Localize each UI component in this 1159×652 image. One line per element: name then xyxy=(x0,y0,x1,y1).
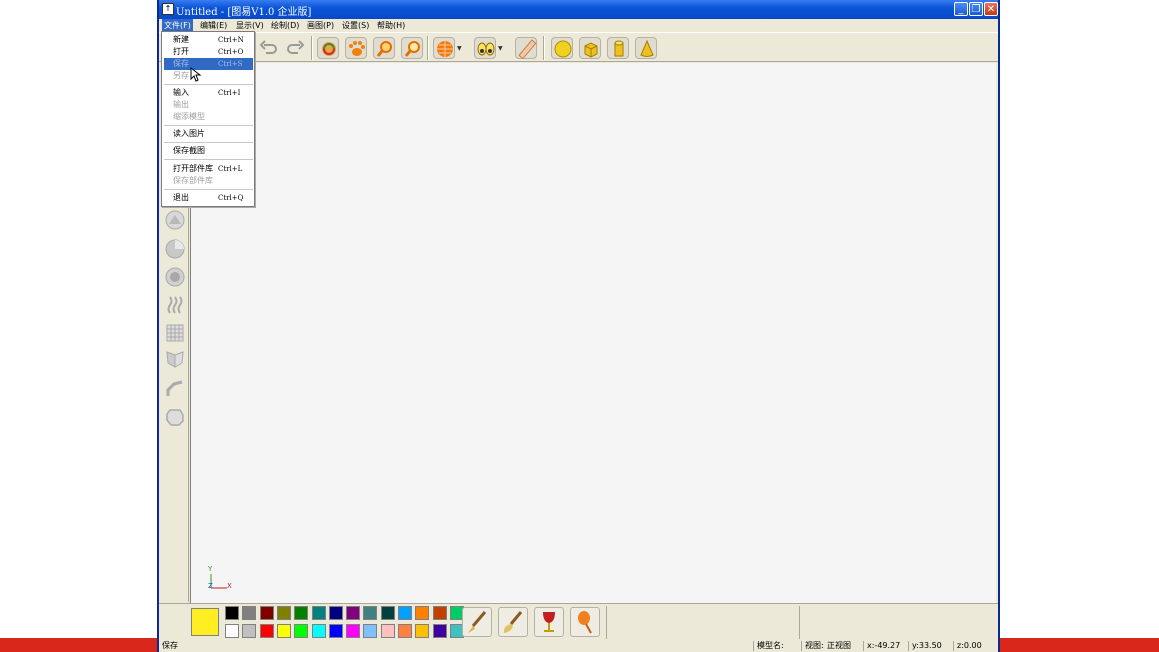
color-swatch[interactable] xyxy=(259,606,274,620)
mirror-icon[interactable] xyxy=(165,351,185,371)
color-swatch[interactable] xyxy=(311,624,326,638)
menu-draw[interactable]: 绘制(D) xyxy=(269,19,301,32)
goblet-icon[interactable] xyxy=(534,607,564,637)
status-z: z:0.00 xyxy=(957,641,982,650)
menu-item-save-library[interactable]: 保存部件库 xyxy=(164,175,253,187)
title-bar[interactable]: ↑ Untitled - [图易V1.0 企业版] _ ❐ ✕ xyxy=(159,0,998,19)
shell-icon[interactable] xyxy=(165,267,185,287)
redo-icon[interactable] xyxy=(285,37,307,59)
spray-icon[interactable] xyxy=(570,607,600,637)
restore-icon[interactable]: ❐ xyxy=(969,2,983,16)
menu-item-exit[interactable]: 退出 Ctrl+Q xyxy=(164,192,253,204)
main-toolbar: ▼ ▼ xyxy=(159,32,998,62)
color-swatch[interactable] xyxy=(415,624,430,638)
color-swatch[interactable] xyxy=(363,606,378,620)
menu-item-save[interactable]: 保存 Ctrl+S xyxy=(164,58,253,70)
axis-z-label: Z xyxy=(208,582,213,590)
color-swatch[interactable] xyxy=(259,624,274,638)
status-view-label: 视图: xyxy=(805,641,824,650)
status-view-value: 正视图 xyxy=(827,641,851,650)
bend-icon[interactable] xyxy=(165,379,185,399)
axis-x-label: X xyxy=(227,582,232,590)
mouse-cursor-icon xyxy=(190,67,202,82)
color-swatch[interactable] xyxy=(398,606,412,620)
status-message: 保存 xyxy=(162,641,178,650)
cube-icon[interactable] xyxy=(579,37,601,59)
menu-item-open[interactable]: 打开 Ctrl+O xyxy=(164,46,253,58)
deform-icon[interactable] xyxy=(165,407,185,427)
zoom-out-icon[interactable] xyxy=(401,37,423,59)
color-swatch[interactable] xyxy=(432,624,447,638)
color-swatch[interactable] xyxy=(398,624,412,638)
color-swatch[interactable] xyxy=(276,606,291,620)
menu-item-save-screenshot[interactable]: 保存截图 xyxy=(164,145,253,157)
palette-panel-a xyxy=(606,606,800,639)
color-swatch[interactable] xyxy=(328,624,343,638)
main-window: ↑ Untitled - [图易V1.0 企业版] _ ❐ ✕ 文件(F) 编辑… xyxy=(157,0,1000,652)
color-swatch[interactable] xyxy=(328,606,343,620)
current-color[interactable] xyxy=(191,608,219,636)
color-swatch[interactable] xyxy=(294,624,309,638)
menu-help[interactable]: 帮助(H) xyxy=(375,19,407,32)
cylinder-icon[interactable] xyxy=(607,37,629,59)
view-dropdown-arrow[interactable]: ▼ xyxy=(498,45,503,52)
drawing-canvas[interactable]: Y Z X xyxy=(190,63,996,603)
color-swatch[interactable] xyxy=(225,606,239,620)
color-swatch[interactable] xyxy=(311,606,326,620)
color-swatch[interactable] xyxy=(363,624,378,638)
render-dropdown-arrow[interactable]: ▼ xyxy=(457,45,462,52)
view-eyes-icon[interactable] xyxy=(474,37,496,59)
color-swatch[interactable] xyxy=(242,606,257,620)
paint-brush-icon[interactable] xyxy=(498,607,528,637)
palette-bar xyxy=(159,603,998,640)
menu-bar: 文件(F) 编辑(E) 显示(V) 绘制(D) 画图(P) 设置(S) 帮助(H… xyxy=(159,19,998,32)
file-menu-dropdown: 新建 Ctrl+N 打开 Ctrl+O 保存 Ctrl+S 另存 输入 Ctrl+I 输… xyxy=(161,31,255,207)
cone-icon[interactable] xyxy=(635,37,657,59)
color-swatch[interactable] xyxy=(380,606,395,620)
extrude-icon[interactable] xyxy=(165,210,185,230)
menu-item-import[interactable]: 输入 Ctrl+I xyxy=(164,87,253,99)
app-icon[interactable]: ↑ xyxy=(162,3,174,15)
status-bar: 保存 模型名: 视图: 正视图 x:-49.27 y:33.50 z:0.00 xyxy=(159,640,998,652)
menu-item-new[interactable]: 新建 Ctrl+N xyxy=(164,34,253,46)
menu-item-export[interactable]: 输出 xyxy=(164,99,253,111)
revolve-icon[interactable] xyxy=(165,239,185,259)
minimize-icon[interactable]: _ xyxy=(954,2,968,16)
close-icon[interactable]: ✕ xyxy=(984,2,998,16)
color-swatch[interactable] xyxy=(346,606,361,620)
sphere-icon[interactable] xyxy=(551,37,573,59)
menu-paint[interactable]: 画图(P) xyxy=(305,19,336,32)
palette-panel-b xyxy=(799,606,997,639)
color-swatch[interactable] xyxy=(242,624,257,638)
ruler-icon[interactable] xyxy=(515,37,537,60)
color-swatch[interactable] xyxy=(276,624,291,638)
undo-icon[interactable] xyxy=(257,37,279,59)
render-sphere-icon[interactable] xyxy=(433,37,455,59)
menu-item-add-model[interactable]: 缩添模型 xyxy=(164,111,253,123)
color-swatch[interactable] xyxy=(415,606,430,620)
menu-item-open-library[interactable]: 打开部件库 Ctrl+L xyxy=(164,163,253,175)
color-swatch[interactable] xyxy=(432,606,447,620)
color-swatch[interactable] xyxy=(225,624,239,638)
axis-y-label: Y xyxy=(208,565,213,573)
window-title: Untitled - [图易V1.0 企业版] xyxy=(176,7,312,18)
menu-item-load-image[interactable]: 读入图片 xyxy=(164,128,253,140)
pan-icon[interactable] xyxy=(345,37,367,59)
grid-icon[interactable] xyxy=(165,323,185,343)
status-model-name: 模型名: xyxy=(757,641,784,650)
color-swatch[interactable] xyxy=(380,624,395,638)
brush-icon[interactable] xyxy=(462,607,492,637)
menu-item-save-as[interactable]: 另存 xyxy=(164,70,253,82)
status-y: y:33.50 xyxy=(912,641,942,650)
status-x: x:-49.27 xyxy=(867,641,901,650)
rotate-icon[interactable] xyxy=(317,37,339,59)
color-swatch[interactable] xyxy=(294,606,309,620)
zoom-in-icon[interactable] xyxy=(373,37,395,59)
menu-settings[interactable]: 设置(S) xyxy=(340,19,371,32)
wave-icon[interactable] xyxy=(165,295,185,315)
color-swatch[interactable] xyxy=(346,624,361,638)
